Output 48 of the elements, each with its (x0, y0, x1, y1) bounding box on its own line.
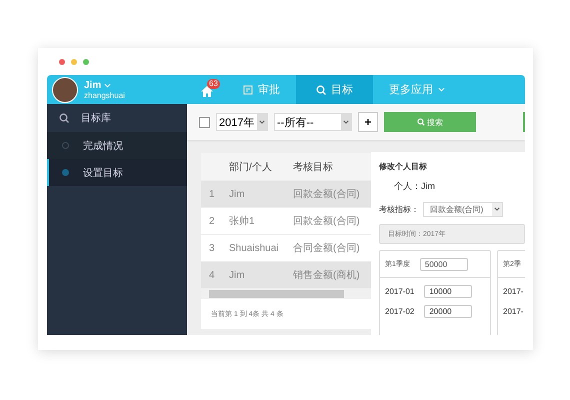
filter-select[interactable]: --所有-- (274, 113, 352, 131)
panel-title: 修改个人目标 (379, 160, 428, 172)
table-cell-text: Shuaishuai (229, 242, 280, 254)
table-cell-text: 回款金额(合同) (293, 214, 361, 228)
chevron-down-icon (104, 82, 112, 88)
notification-badge: 63 (207, 79, 220, 89)
month-label: 2017-01 (385, 286, 414, 296)
input-field[interactable]: 20000 (424, 304, 472, 318)
table-cell-text: 合同金额(合同) (293, 242, 361, 255)
home-icon (200, 85, 214, 98)
home-button[interactable]: 63 (187, 75, 227, 104)
metric-select[interactable]: 回款金额(合同) (423, 202, 503, 216)
sidebar-subitem[interactable]: 设置目标 (47, 159, 187, 186)
person-label: 个人：Jim (393, 180, 436, 193)
month-label: 2017-02 (385, 306, 414, 316)
checkbox[interactable] (199, 116, 210, 128)
chevron-down-icon (438, 87, 445, 92)
window-dot (59, 58, 65, 64)
sidebar-item[interactable]: 目标库 (47, 104, 187, 132)
sidebar-subitem[interactable]: 完成情况 (47, 132, 187, 159)
field-label: 考核指标： (379, 204, 419, 214)
row-number: 3 (208, 242, 216, 254)
caret-icon (259, 120, 265, 124)
avatar (52, 76, 78, 102)
input-field[interactable]: 10000 (424, 284, 472, 298)
caret-icon (494, 207, 500, 211)
row-number: 4 (208, 270, 216, 280)
row-number: 1 (208, 188, 216, 200)
search-icon (417, 118, 425, 126)
column-header: 部门/个人 (229, 160, 273, 174)
month-label: 2017- (503, 306, 524, 316)
table-cell-text: 张帅1 (229, 214, 256, 228)
document-icon (243, 84, 253, 94)
table-cell-text: 销售金额(商机) (293, 268, 361, 282)
window-dot (71, 58, 77, 64)
row-number: 2 (208, 216, 216, 226)
user-login: zhangshuai (84, 90, 125, 100)
table-cell-text: Jim (229, 270, 246, 280)
table-cell-text: 回款金额(合同) (293, 188, 361, 201)
column-header: 考核目标 (293, 160, 334, 174)
scrollbar[interactable] (201, 289, 371, 299)
table-cell-text: Jim (229, 188, 246, 200)
month-label: 2017- (503, 286, 524, 296)
caret-icon (343, 120, 349, 124)
add-button[interactable]: + (358, 112, 378, 132)
year-select[interactable]: 2017年 (216, 113, 268, 131)
input-field[interactable]: 50000 (420, 258, 468, 270)
window-dot (83, 58, 89, 64)
